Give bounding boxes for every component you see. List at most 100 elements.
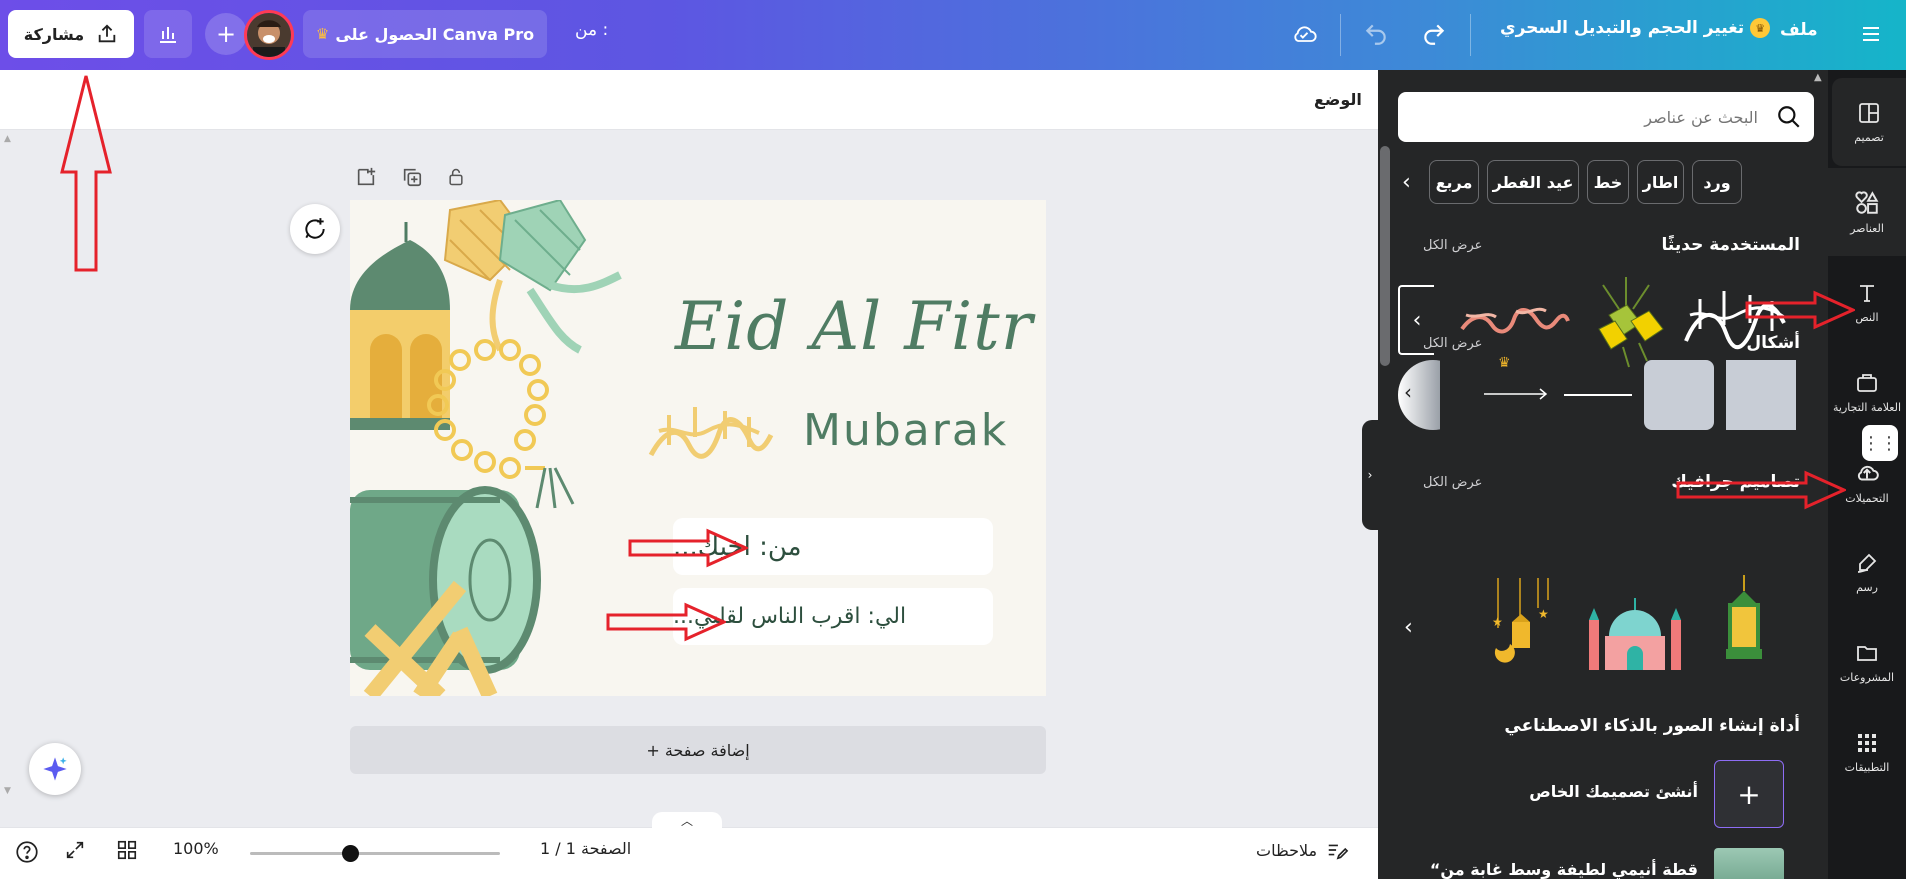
see-all-recent[interactable]: عرض الكل	[1423, 238, 1482, 253]
notes-button[interactable]: ملاحظات	[1256, 839, 1349, 861]
add-page-button[interactable]: + إضافة صفحة	[350, 726, 1046, 774]
search-box[interactable]	[1398, 92, 1814, 142]
rail-item-elements[interactable]: العناصر	[1828, 168, 1906, 256]
redo-icon[interactable]	[1416, 16, 1452, 52]
square-shape[interactable]	[1726, 360, 1796, 430]
rail-label: النص	[1855, 310, 1879, 324]
chip-line[interactable]: خط	[1587, 160, 1629, 204]
canvas-scroll-up-icon[interactable]: ▲	[4, 134, 11, 144]
chevron-up-icon[interactable]: ︿	[652, 812, 722, 828]
file-menu[interactable]: ملف	[1780, 20, 1818, 40]
avatar[interactable]	[244, 10, 294, 60]
add-page-icon[interactable]	[354, 165, 378, 189]
sparkle-icon	[43, 757, 67, 781]
zoom-slider[interactable]	[250, 845, 500, 862]
rail-label: العلامة التجارية	[1832, 400, 1901, 414]
ketupat-thumb[interactable]	[1583, 277, 1669, 369]
rail-item-projects[interactable]: المشروعات	[1828, 618, 1906, 706]
panel-scrollbar-thumb[interactable]	[1380, 146, 1390, 366]
grid-view-icon[interactable]	[116, 839, 138, 861]
lock-icon[interactable]	[444, 165, 468, 189]
share-button[interactable]: مشاركة	[8, 10, 134, 58]
annotation-arrow-right	[606, 602, 726, 642]
rail-scroll-up-icon[interactable]: ▲	[1814, 72, 1824, 83]
upload-icon	[1857, 465, 1879, 480]
crown-icon: ♛	[1498, 355, 1511, 371]
bar-chart-icon	[160, 27, 176, 43]
rail-item-design[interactable]: تصميم	[1832, 78, 1906, 166]
chip-eid[interactable]: عيد الفطر	[1487, 160, 1579, 204]
see-all-graphics[interactable]: عرض الكل	[1423, 475, 1482, 490]
rounded-square-shape[interactable]	[1644, 360, 1714, 430]
draw-icon	[1857, 553, 1877, 573]
arrow-line-shape[interactable]	[1484, 388, 1552, 400]
cloud-save-icon[interactable]	[1286, 16, 1322, 52]
green-lantern-graphic[interactable]	[1718, 575, 1770, 670]
collapse-panel-button[interactable]: ›	[1362, 420, 1378, 530]
undo-icon[interactable]	[1358, 16, 1394, 52]
annotation-arrow-right	[1745, 290, 1855, 330]
search-icon	[1778, 106, 1800, 128]
design-title[interactable]: Eid Al Fitr	[675, 288, 1033, 365]
line-shape[interactable]	[1564, 394, 1632, 396]
comment-icon	[305, 218, 325, 239]
position-button[interactable]: الوضع	[1314, 90, 1362, 109]
rail-item-apps[interactable]: التطبيقات	[1828, 708, 1906, 796]
eid-fitr-calligraphy[interactable]	[645, 395, 785, 475]
annotation-arrow-up	[60, 75, 112, 272]
zoom-slider-knob[interactable]	[342, 845, 359, 862]
brand-icon	[1857, 373, 1877, 392]
crown-icon: ♛	[1750, 18, 1771, 38]
notes-label: ملاحظات	[1256, 840, 1318, 860]
fullscreen-icon[interactable]	[64, 839, 86, 861]
drag-handle-icon[interactable]: ⋮⋮	[1862, 425, 1898, 461]
add-collaborator-button[interactable]: +	[205, 13, 247, 55]
zoom-level[interactable]: 100%	[173, 839, 219, 858]
chip-row: ورد اطار خط عيد الفطر مربع ‹	[1398, 160, 1828, 208]
plus-icon: +	[1737, 777, 1761, 811]
divider	[1340, 14, 1341, 56]
share-label: مشاركة	[23, 24, 85, 44]
rail-label: التحميلات	[1845, 491, 1889, 505]
chevron-right-icon: ›	[1367, 468, 1373, 482]
get-canva-pro-button[interactable]: ♛ الحصول على Canva Pro	[303, 10, 547, 58]
insights-button[interactable]	[144, 10, 192, 58]
rail-item-brand[interactable]: العلامة التجارية	[1828, 348, 1906, 436]
chip-roses[interactable]: ورد	[1692, 160, 1742, 204]
hanging-lanterns-graphic[interactable]: ★ ★	[1488, 578, 1554, 670]
ai-generator-title: أداة إنشاء الصور بالذكاء الاصطناعي	[1504, 716, 1800, 736]
crown-icon: ♛	[315, 25, 330, 43]
resize-label: تغيير الحجم والتبديل السحري	[1500, 18, 1745, 38]
duplicate-page-icon[interactable]	[400, 165, 424, 189]
chevron-left-icon[interactable]: ‹	[1404, 380, 1412, 404]
page-indicator[interactable]: الصفحة 1 / 1	[540, 839, 631, 858]
mosque-graphic[interactable]	[1583, 580, 1687, 670]
rail-label: التطبيقات	[1844, 760, 1890, 774]
apps-icon	[1858, 733, 1876, 752]
chip-frame[interactable]: اطار	[1637, 160, 1684, 204]
rail-label: تصميم	[1854, 130, 1884, 144]
ai-sample-thumb[interactable]	[1714, 848, 1784, 879]
help-icon[interactable]	[14, 839, 40, 865]
pro-label: الحصول على Canva Pro	[335, 24, 535, 44]
shapes-title: أشكال	[1746, 333, 1800, 353]
divider	[1470, 14, 1471, 56]
layout-icon	[1859, 102, 1879, 123]
add-comment-button[interactable]	[290, 204, 340, 254]
rail-item-draw[interactable]: رسم	[1828, 528, 1906, 616]
folder-icon	[1857, 645, 1877, 661]
design-subtitle[interactable]: Mubarak	[803, 405, 1008, 456]
design-title-field[interactable]: من :	[575, 20, 608, 40]
recent-title: المستخدمة حديثًا	[1661, 235, 1800, 255]
chevron-left-icon[interactable]: ‹	[1402, 170, 1411, 195]
menu-icon[interactable]	[1853, 16, 1889, 52]
search-input[interactable]	[1408, 92, 1758, 142]
chip-square[interactable]: مربع	[1429, 160, 1479, 204]
elements-icon	[1855, 190, 1879, 214]
see-all-shapes[interactable]: عرض الكل	[1423, 336, 1482, 351]
canvas-scroll-down-icon[interactable]: ▼	[4, 786, 11, 796]
create-your-own-button[interactable]: +	[1714, 760, 1784, 828]
magic-resize-button[interactable]: تغيير الحجم والتبديل السحري ♛	[1500, 18, 1771, 38]
magic-assistant-button[interactable]	[29, 743, 81, 795]
chevron-left-icon[interactable]: ‹	[1404, 615, 1413, 640]
